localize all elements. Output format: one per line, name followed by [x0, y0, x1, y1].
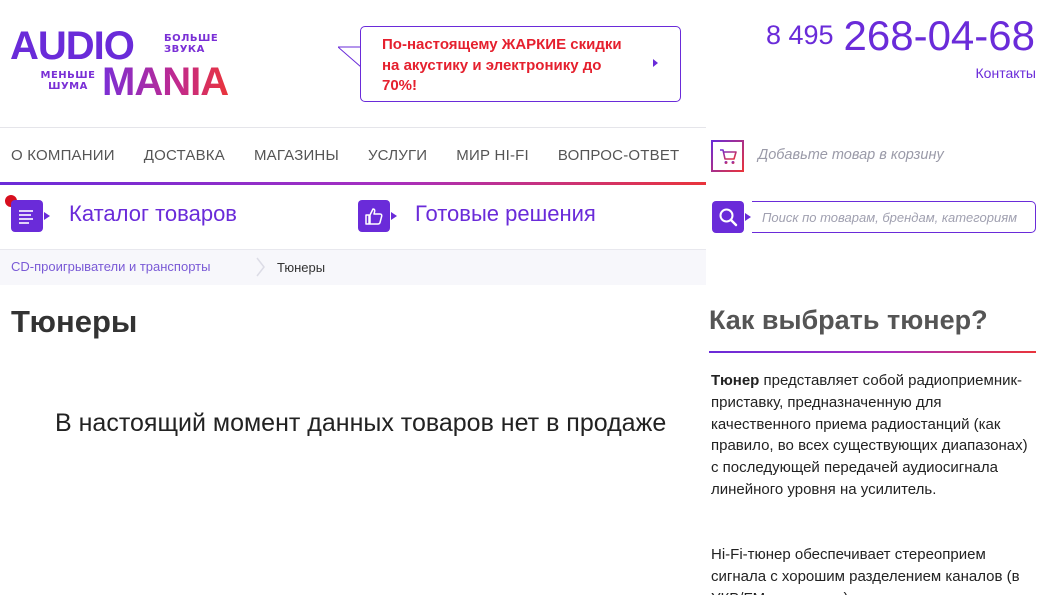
contacts-link[interactable]: Контакты — [976, 65, 1036, 81]
empty-state-message: В настоящий момент данных товаров нет в … — [55, 409, 667, 437]
nav-divider — [0, 127, 706, 128]
logo-word-mania: MANIA — [102, 60, 229, 104]
phone-code: 8 495 — [765, 20, 834, 50]
phone-number[interactable]: 8 495 268-04-68 — [766, 12, 1035, 60]
nav-gradient-line — [0, 182, 706, 185]
cart-icon — [720, 149, 737, 164]
search-icon — [719, 208, 738, 227]
sidebar-paragraph-2: Hi-Fi-тюнер обеспечивает стереоприем сиг… — [711, 546, 1020, 595]
logo-tagline-bottom: МЕНЬШЕ ШУМА — [40, 70, 96, 92]
nav-item-company[interactable]: О КОМПАНИИ — [11, 147, 115, 164]
nav-item-hifi-world[interactable]: МИР HI-FI — [456, 147, 529, 164]
promo-arrow-icon — [653, 59, 658, 67]
nav-item-faq[interactable]: ВОПРОС-ОТВЕТ — [558, 147, 680, 164]
breadcrumb-parent-link[interactable]: CD-проигрыватели и транспорты — [11, 259, 210, 274]
nav-item-services[interactable]: УСЛУГИ — [368, 147, 427, 164]
site-logo[interactable]: AUDIO БОЛЬШЕ ЗВУКА МЕНЬШЕ ШУМА MANIA — [10, 26, 290, 102]
search-input[interactable] — [752, 201, 1036, 233]
page-title: Тюнеры — [11, 304, 138, 339]
nav-item-stores[interactable]: МАГАЗИНЫ — [254, 147, 339, 164]
phone-main: 268-04-68 — [843, 12, 1035, 59]
catalog-link[interactable]: Каталог товаров — [69, 201, 237, 227]
main-nav: О КОМПАНИИ ДОСТАВКА МАГАЗИНЫ УСЛУГИ МИР … — [11, 147, 708, 164]
ready-solutions-link[interactable]: Готовые решения — [415, 201, 596, 227]
ready-solutions-button[interactable] — [358, 200, 397, 232]
logo-tagline-top: БОЛЬШЕ ЗВУКА — [164, 33, 219, 55]
breadcrumb-current: Тюнеры — [277, 260, 326, 275]
sidebar-title-underline — [709, 351, 1036, 353]
breadcrumb: CD-проигрыватели и транспорты Тюнеры — [0, 249, 706, 285]
promo-tail-shape — [338, 46, 362, 68]
thumbs-up-icon — [365, 208, 383, 225]
sidebar-paragraph-1: Тюнер представляет собой радиоприемник-п… — [711, 370, 1037, 501]
chevron-right-icon — [256, 257, 265, 277]
sidebar-term: Тюнер — [711, 372, 760, 389]
promo-text: По-настоящему ЖАРКИЕ скидки на акустику … — [382, 36, 622, 94]
nav-item-delivery[interactable]: ДОСТАВКА — [144, 147, 225, 164]
cart-button[interactable] — [711, 140, 744, 172]
catalog-button[interactable] — [11, 200, 50, 232]
cart-status-text: Добавьте товар в корзину — [758, 147, 944, 163]
menu-lines-icon — [19, 210, 33, 224]
promo-banner[interactable]: По-настоящему ЖАРКИЕ скидки на акустику … — [360, 26, 681, 102]
search-button[interactable] — [712, 201, 751, 233]
sidebar-paragraph-1-text: представляет собой радиоприемник-пристав… — [711, 372, 1028, 498]
sidebar-article-title: Как выбрать тюнер? — [709, 305, 988, 335]
